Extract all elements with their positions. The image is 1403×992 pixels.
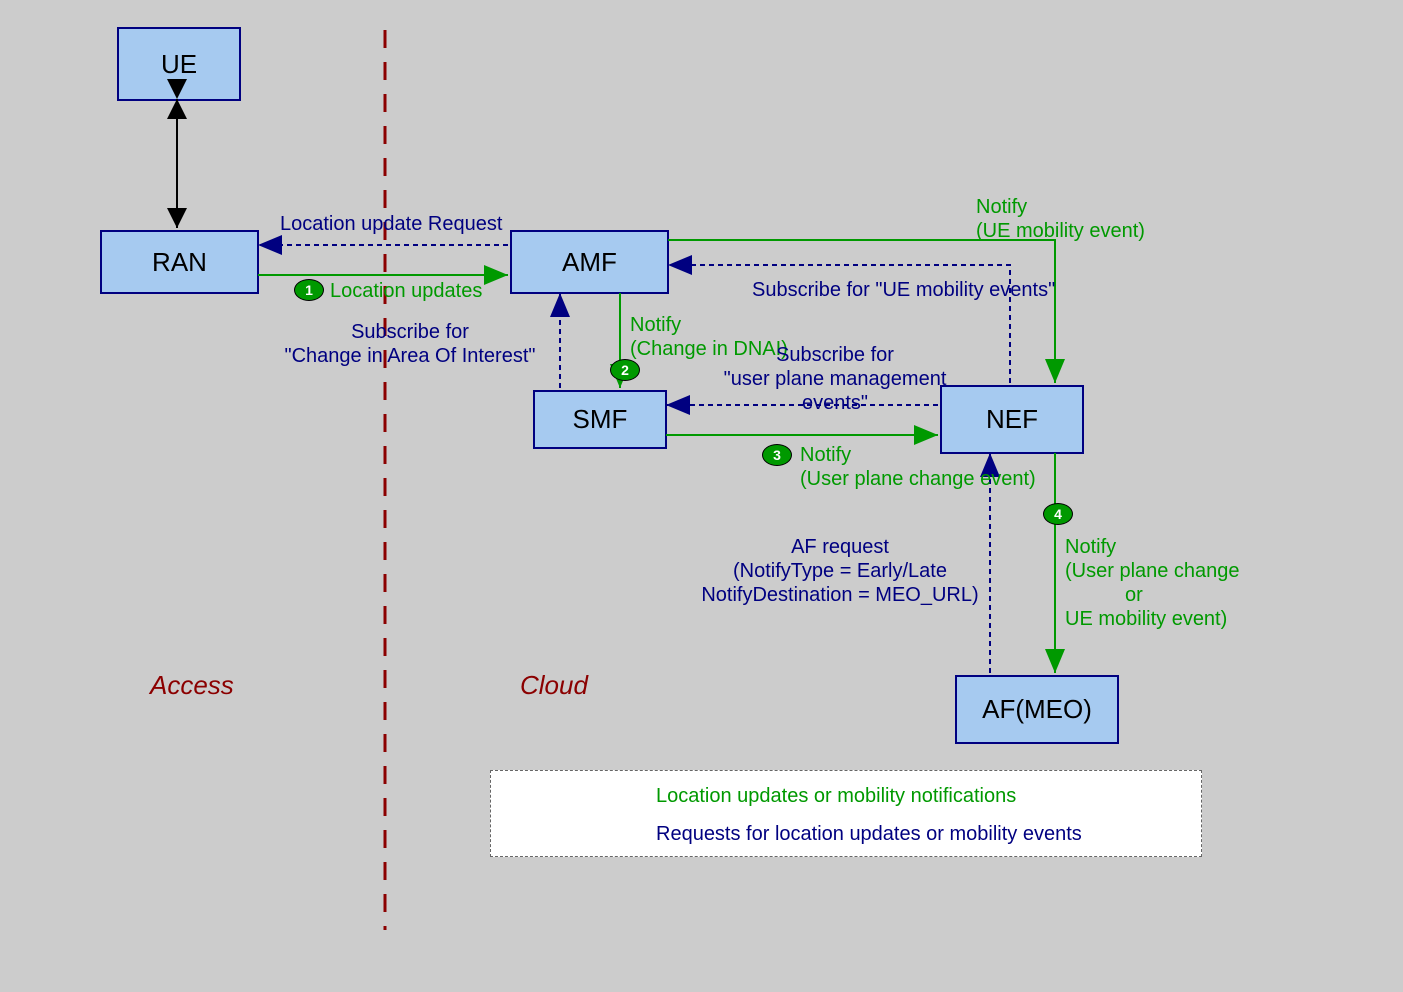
legend-box: Location updates or mobility notificatio… [490, 770, 1202, 857]
notify-final: Notify (User plane change or UE mobility… [1065, 535, 1240, 631]
ran-label: RAN [152, 247, 207, 278]
badge-1: 1 [294, 279, 324, 301]
sub-upm-3: events" [802, 392, 868, 414]
smf-box: SMF [533, 390, 667, 449]
ue-label: UE [161, 49, 197, 80]
nf-3: or [1125, 583, 1143, 607]
af-request: AF request (NotifyType = Early/Late Noti… [700, 535, 980, 607]
nef-label: NEF [986, 404, 1038, 435]
nf-4: UE mobility event) [1065, 608, 1227, 630]
badge-4: 4 [1043, 503, 1073, 525]
amf-box: AMF [510, 230, 669, 294]
sub-upm-2: "user plane management [724, 368, 947, 390]
notify-uem-2: (UE mobility event) [976, 220, 1145, 242]
legend-blue: Requests for location updates or mobilit… [656, 822, 1326, 846]
afr-2: (NotifyType = Early/Late [733, 560, 947, 582]
sub-aoi-2: "Change in Area Of Interest" [284, 345, 535, 367]
nf-1: Notify [1065, 536, 1116, 558]
badge-3: 3 [762, 444, 792, 466]
subscribe-ue-mobility: Subscribe for "UE mobility events" [752, 278, 1055, 302]
smf-label: SMF [573, 404, 628, 435]
afmeo-box: AF(MEO) [955, 675, 1119, 744]
sub-upm-1: Subscribe for [776, 344, 894, 366]
subscribe-aoi: Subscribe for "Change in Area Of Interes… [280, 320, 540, 368]
location-update-request: Location update Request [280, 212, 502, 236]
amf-label: AMF [562, 247, 617, 278]
notify-upc: Notify (User plane change event) [800, 443, 1036, 491]
cloud-region: Cloud [520, 670, 588, 701]
sub-aoi-1: Subscribe for [351, 321, 469, 343]
badge-2: 2 [610, 359, 640, 381]
subscribe-upm: Subscribe for "user plane management eve… [720, 343, 950, 415]
access-region: Access [150, 670, 234, 701]
notify-dnai-1: Notify [630, 314, 681, 336]
afr-1: AF request [791, 536, 889, 558]
notify-upc-1: Notify [800, 444, 851, 466]
ran-box: RAN [100, 230, 259, 294]
ue-box: UE [117, 27, 241, 101]
notify-upc-2: (User plane change event) [800, 468, 1036, 490]
legend-green: Location updates or mobility notificatio… [656, 784, 1326, 808]
notify-uem-1: Notify [976, 196, 1027, 218]
afmeo-label: AF(MEO) [982, 694, 1092, 725]
nf-2: (User plane change [1065, 560, 1240, 582]
afr-3: NotifyDestination = MEO_URL) [701, 584, 978, 606]
location-updates: Location updates [330, 279, 482, 303]
notify-ue-mobility: Notify (UE mobility event) [976, 195, 1145, 243]
